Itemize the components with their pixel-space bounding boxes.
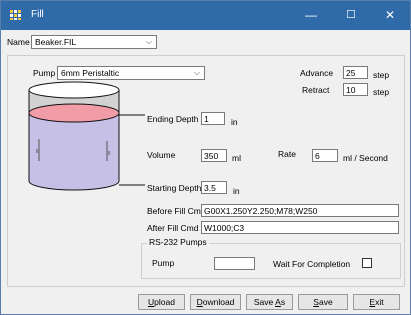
starting-depth-unit: in — [233, 186, 240, 196]
rs232-legend: RS-232 Pumps — [147, 237, 209, 247]
save-as-label: s — [280, 297, 286, 307]
rate-input[interactable]: 6 — [312, 149, 338, 162]
rs232-pump-label: Pump — [152, 258, 175, 268]
download-button[interactable]: Download — [190, 294, 241, 310]
rate-label: Rate — [278, 149, 296, 159]
chevron-down-icon: ⌵ — [193, 68, 200, 77]
grid-app-icon — [10, 10, 21, 20]
rs232-pump-input[interactable] — [214, 257, 255, 270]
name-label: Name — [7, 37, 30, 47]
name-combo[interactable]: Beaker.FIL ⌵ — [31, 35, 157, 49]
advance-label: Advance — [300, 68, 334, 78]
rate-unit: ml / Second — [343, 153, 388, 163]
close-button[interactable]: ✕ — [370, 1, 410, 30]
before-fill-label: Before Fill Cmd — [147, 206, 206, 216]
retract-unit: step — [373, 87, 390, 97]
exit-label: xit — [375, 297, 384, 307]
wait-for-completion-checkbox[interactable] — [362, 258, 372, 268]
maximize-button[interactable]: ☐ — [331, 1, 371, 30]
after-fill-label: After Fill Cmd — [147, 223, 199, 233]
exit-button[interactable]: Exit — [353, 294, 400, 310]
window-title: Fill — [31, 9, 44, 20]
pump-combo[interactable]: 6mm Peristaltic ⌵ — [57, 66, 205, 80]
beaker-illustration — [28, 81, 145, 191]
upload-label: pload — [154, 297, 175, 307]
fill-dialog: Fill — ☐ ✕ Name Beaker.FIL ⌵ Pump 6mm Pe… — [0, 0, 411, 315]
ending-depth-unit: in — [231, 117, 238, 127]
ending-depth-input[interactable]: 1 — [201, 112, 225, 125]
chevron-down-icon: ⌵ — [145, 37, 152, 46]
advance-unit: step — [373, 70, 390, 80]
upload-button[interactable]: Upload — [138, 294, 185, 310]
volume-unit: ml — [232, 153, 241, 163]
wait-for-completion-label: Wait For Completion — [273, 259, 351, 269]
save-button[interactable]: Save — [298, 294, 348, 310]
pump-value: 6mm Peristaltic — [61, 68, 120, 78]
ending-depth-label: Ending Depth — [147, 114, 199, 124]
download-label: ownload — [202, 297, 235, 307]
retract-input[interactable]: 10 — [343, 83, 368, 96]
retract-label: Retract — [302, 85, 330, 95]
volume-label: Volume — [147, 150, 176, 160]
advance-input[interactable]: 25 — [343, 66, 368, 79]
after-fill-input[interactable]: W1000;C3 — [201, 221, 399, 234]
starting-depth-label: Starting Depth — [147, 183, 202, 193]
pump-label: Pump — [33, 68, 56, 78]
before-fill-input[interactable]: G00X1.250Y2.250;M78;W250 — [201, 204, 399, 217]
volume-input[interactable]: 350 — [201, 149, 227, 162]
title-bar[interactable]: Fill — ☐ ✕ — [1, 1, 410, 30]
starting-depth-input[interactable]: 3.5 — [201, 181, 227, 194]
save-as-prefix: Save — [253, 297, 276, 307]
save-label: ave — [318, 297, 333, 307]
save-as-button[interactable]: Save As — [246, 294, 293, 310]
name-value: Beaker.FIL — [35, 37, 77, 47]
minimize-button[interactable]: — — [291, 1, 331, 30]
